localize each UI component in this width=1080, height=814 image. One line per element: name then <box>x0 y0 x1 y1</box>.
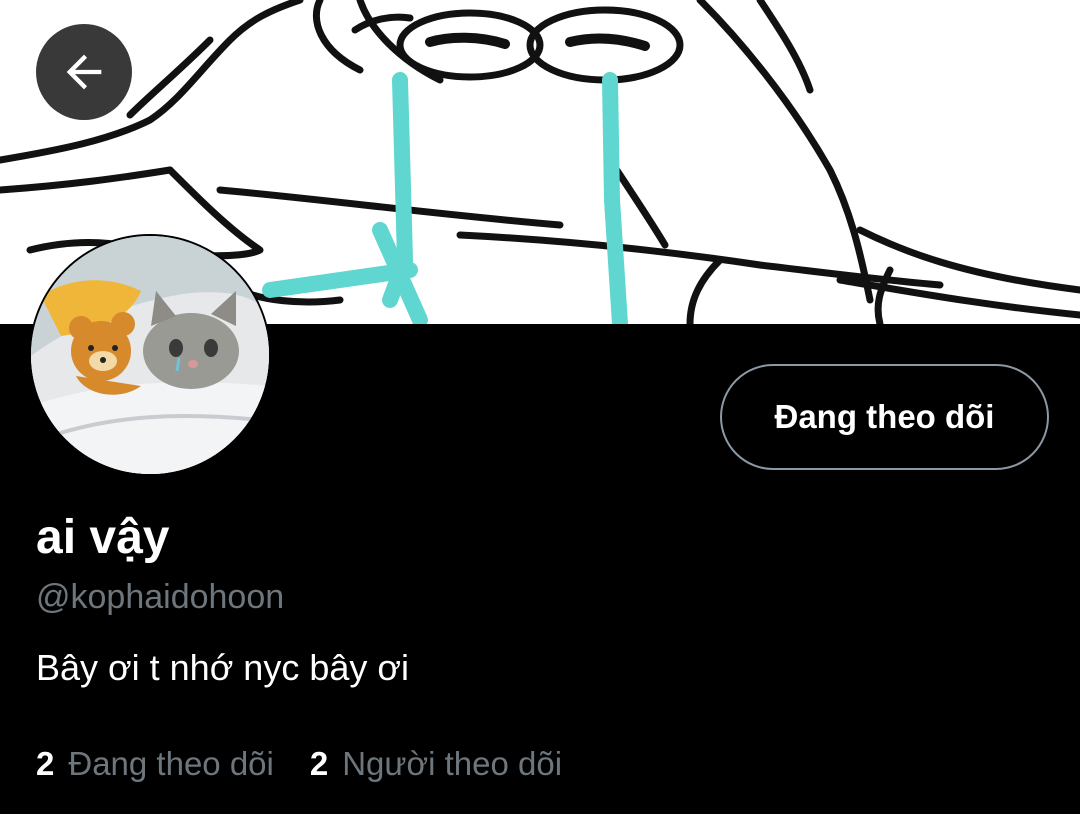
following-stat-link[interactable]: 2 Đang theo dõi <box>36 743 274 785</box>
followers-stat-link[interactable]: 2 Người theo dõi <box>310 743 562 785</box>
crying-cat-avatar <box>31 236 269 474</box>
following-count: 2 <box>36 745 55 782</box>
back-button[interactable] <box>36 24 132 120</box>
username-handle: @kophaidohoon <box>36 578 285 616</box>
follow-stats: 2 Đang theo dõi 2 Người theo dõi <box>36 743 562 785</box>
following-button-label: Đang theo dõi <box>774 398 995 435</box>
followers-label: Người theo dõi <box>342 745 563 782</box>
profile-bio: Bây ơi t nhớ nyc bây ơi <box>36 647 409 688</box>
arrow-left-icon <box>66 54 102 90</box>
avatar[interactable] <box>29 234 271 476</box>
display-name: ai vậy <box>36 511 170 564</box>
following-button[interactable]: Đang theo dõi <box>720 364 1049 470</box>
following-label: Đang theo dõi <box>68 745 274 782</box>
followers-count: 2 <box>309 745 329 782</box>
